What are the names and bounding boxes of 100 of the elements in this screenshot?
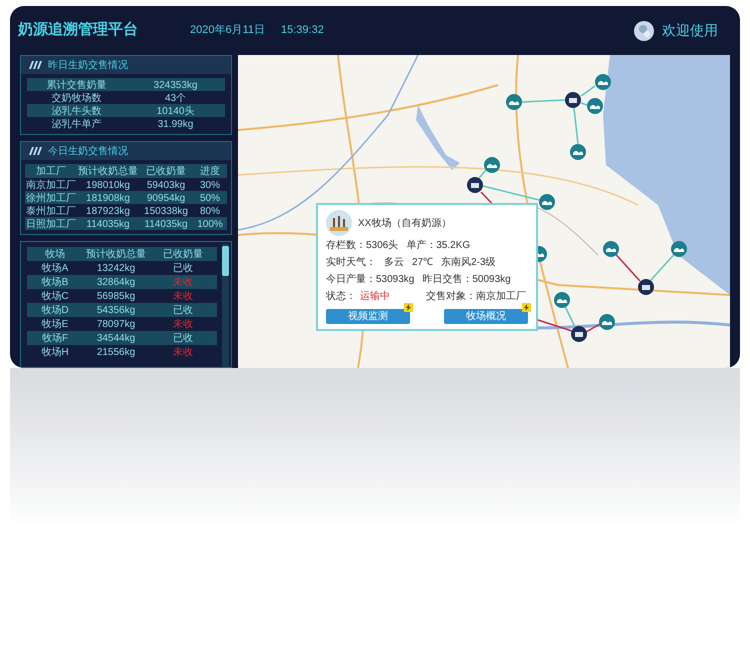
factory-marker[interactable] (467, 177, 483, 193)
table-cell-text: 100% (196, 218, 224, 232)
info-text: 交售对象：南京加工厂 (426, 290, 526, 304)
route-line (580, 102, 588, 106)
table-cell-text: 牧场H (40, 346, 70, 360)
column-header: 已收奶量 (145, 165, 187, 179)
info-text: 东南风2-3级 (441, 256, 496, 270)
factory-marker[interactable] (565, 92, 581, 108)
column-header: 加工厂 (35, 164, 67, 179)
route-line (482, 185, 540, 201)
table-cell-text: 34544kg (96, 332, 136, 346)
table-cell-text: 21556kg (96, 346, 136, 360)
table-cell-text: 交奶牧场数 (50, 92, 102, 106)
route-line (478, 170, 487, 178)
time-text: 15:39:32 (281, 23, 324, 38)
status-text: 已收 (172, 304, 194, 318)
table-cell-text: 牧场F (40, 332, 70, 346)
panel-title: 今日生奶交售情况 (48, 144, 128, 158)
column-header: 预计收奶总量 (77, 164, 139, 179)
farm-marker[interactable] (570, 144, 586, 160)
table-cell-text: 徐州加工厂 (25, 192, 77, 206)
table-cell-text: 324353kg (152, 79, 198, 93)
column-header: 进度 (199, 164, 221, 179)
farm-name: XX牧场（自有奶源） (358, 216, 452, 230)
table-cell-text: 150338kg (143, 205, 189, 219)
welcome-text: 欢迎使用 (662, 21, 718, 40)
table-cell-text: 13242kg (96, 262, 136, 276)
panel-title: 昨日生奶交售情况 (48, 58, 128, 72)
farm-logo-icon (326, 210, 352, 236)
date-text: 2020年6月11日 (190, 23, 266, 38)
app-title: 奶源追溯管理平台 (18, 20, 139, 40)
table-cell-text: 日照加工厂 (25, 218, 77, 232)
table-cell-text: 泌乳牛头数 (50, 104, 102, 118)
table-cell-text: 牧场A (40, 262, 70, 276)
table-cell-text: 累计交售奶量 (46, 78, 108, 92)
stripes-icon (27, 147, 43, 155)
table-cell-text: 31.99kg (156, 118, 194, 132)
table-cell-text: 43个 (164, 92, 188, 106)
stripes-icon (27, 61, 43, 69)
route-line (586, 323, 600, 333)
farm-marker[interactable] (595, 74, 611, 90)
scrollbar-track[interactable] (222, 244, 229, 367)
table-cell-text: 泌乳牛单产 (50, 118, 102, 132)
farm-marker[interactable] (554, 292, 570, 308)
route-line (580, 85, 596, 97)
status-text: 未收 (172, 276, 194, 290)
table-cell-text: 泰州加工厂 (25, 204, 77, 218)
farm-marker[interactable] (587, 98, 603, 114)
status-text: 已收 (172, 262, 194, 276)
status-label: 状态： (326, 290, 356, 304)
status-text: 已收 (172, 332, 194, 346)
info-text: 存栏数：5306头 (326, 238, 398, 253)
table-cell-text: 牧场D (40, 304, 70, 318)
table-cell-text: 牧场C (40, 290, 70, 304)
farm-marker[interactable] (506, 94, 522, 110)
route-line (522, 99, 566, 103)
table-cell-text: 10140头 (156, 104, 196, 119)
column-header: 已收奶量 (162, 248, 204, 262)
info-text: 27℃ (412, 256, 434, 270)
farm-marker[interactable] (484, 157, 500, 173)
status-text: 未收 (172, 346, 194, 360)
table-cell-text: 114035kg (85, 218, 131, 232)
action-button[interactable]: 视频监测 (326, 309, 410, 324)
column-header: 预计收奶总量 (85, 248, 147, 262)
table-cell-text: 187923kg (85, 205, 131, 219)
route-line (573, 108, 579, 144)
info-text: 多云 (384, 256, 404, 270)
table-cell-text: 南京加工厂 (25, 178, 77, 192)
table-cell-text: 32864kg (96, 276, 136, 290)
info-text: 单产：35.2KG (406, 238, 470, 253)
farm-marker[interactable] (539, 194, 555, 210)
table-cell-text: 50% (198, 192, 221, 206)
status-text: 未收 (172, 290, 194, 304)
bolt-icon (522, 303, 531, 312)
info-text: 今日产量：53093kg (326, 272, 414, 287)
table-cell-text: 90954kg (146, 192, 186, 206)
column-header: 牧场 (44, 248, 66, 262)
farm-marker[interactable] (671, 241, 687, 257)
factory-marker[interactable] (638, 279, 654, 295)
scrollbar-thumb[interactable] (222, 246, 229, 276)
table-cell-text: 78097kg (96, 318, 136, 332)
table-cell-text: 30% (198, 179, 221, 193)
action-button[interactable]: 牧场概况 (444, 309, 528, 324)
farm-marker[interactable] (599, 314, 615, 330)
table-cell-text: 54356kg (96, 304, 136, 318)
bolt-icon (404, 303, 413, 312)
factory-marker[interactable] (571, 326, 587, 342)
status-text: 未收 (172, 318, 194, 332)
avatar-icon[interactable] (634, 20, 654, 40)
info-text: 昨日交售：50093kg (422, 272, 511, 287)
farm-marker[interactable] (603, 241, 619, 257)
table-cell-text: 198010kg (85, 179, 131, 193)
table-cell-text: 80% (198, 205, 221, 219)
table-cell-text: 181908kg (85, 192, 131, 206)
table-cell-text: 牧场B (40, 276, 70, 290)
table-cell-text: 114035kg (143, 218, 189, 232)
table-cell-text: 56985kg (96, 290, 136, 304)
table-cell-text: 牧场E (40, 318, 70, 332)
status-text: 运输中 (360, 290, 390, 304)
table-cell-text: 59403kg (146, 179, 186, 193)
